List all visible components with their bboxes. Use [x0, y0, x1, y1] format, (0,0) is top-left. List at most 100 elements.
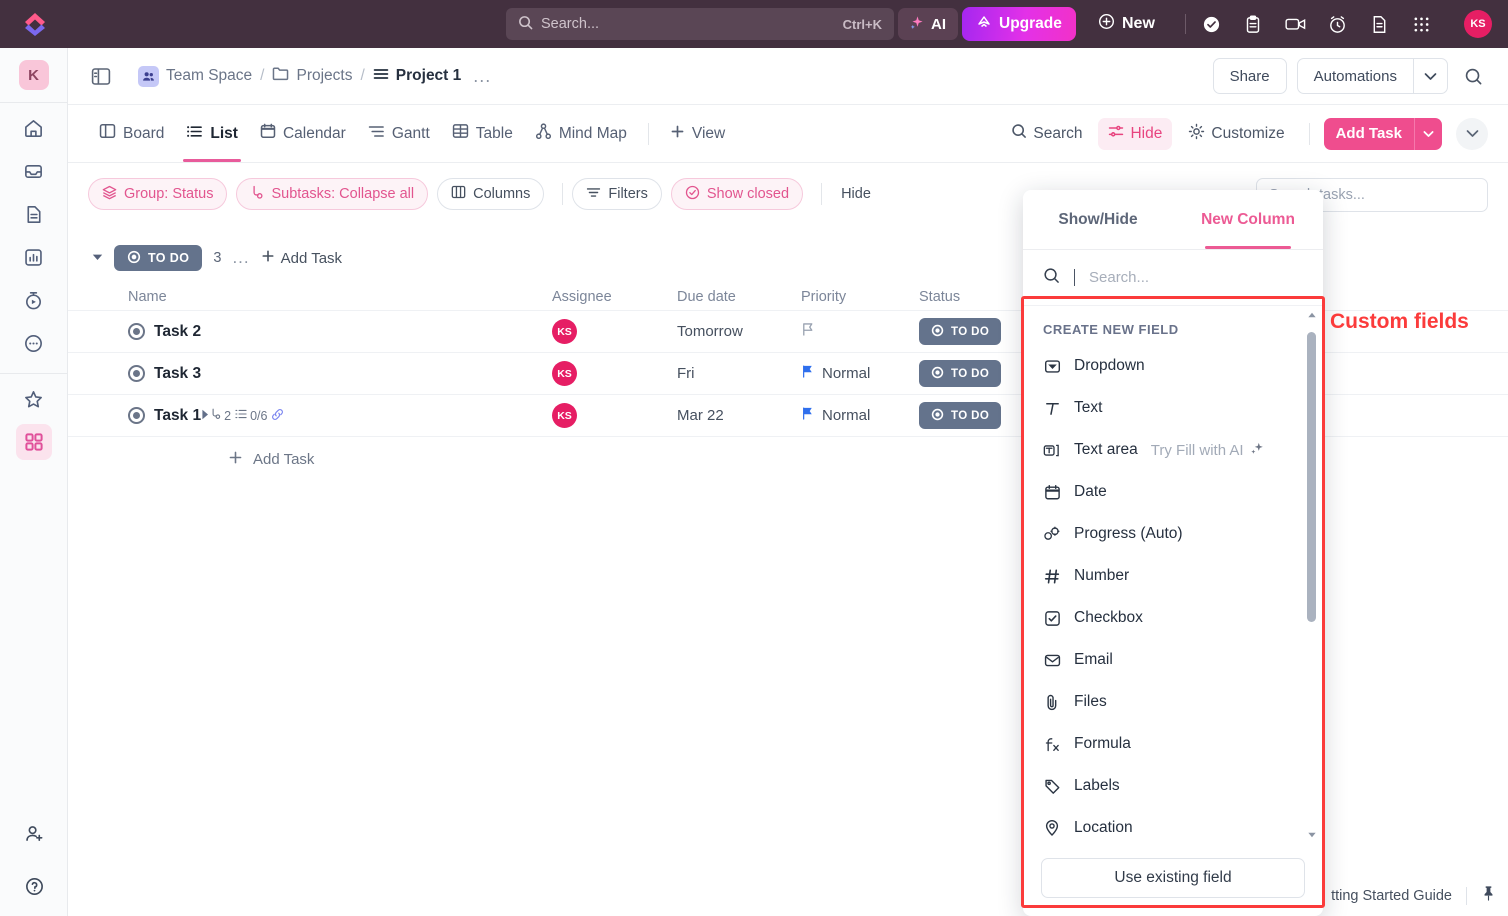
task-status-cell[interactable]: TO DO — [919, 360, 1039, 387]
check-circle-icon[interactable] — [1200, 13, 1222, 35]
tab-gantt[interactable]: Gantt — [357, 105, 441, 162]
group-collapse-caret-icon[interactable] — [92, 252, 103, 264]
pin-icon[interactable] — [1481, 885, 1496, 907]
sidebar-item-home[interactable] — [16, 110, 52, 146]
scroll-up-arrow-icon[interactable] — [1308, 312, 1316, 318]
video-camera-icon[interactable] — [1284, 13, 1306, 35]
task-expand-caret-icon[interactable] — [201, 409, 209, 423]
new-button[interactable]: New — [1098, 10, 1155, 38]
sidebar-item-docs[interactable] — [16, 196, 52, 232]
field-option-number[interactable]: Number — [1023, 555, 1323, 597]
sidebar-item-dashboard[interactable] — [16, 239, 52, 275]
sidebar-item-more[interactable] — [16, 325, 52, 361]
task-checklist-count[interactable]: 0/6 — [235, 408, 267, 423]
upgrade-button[interactable]: Upgrade — [962, 7, 1076, 41]
field-option-text-area[interactable]: Text area Try Fill with AI — [1023, 429, 1323, 471]
chip-show-closed[interactable]: Show closed — [670, 178, 804, 210]
getting-started-guide-label[interactable]: tting Started Guide — [1331, 888, 1452, 904]
status-badge[interactable]: TO DO — [919, 318, 1002, 345]
use-existing-field-button[interactable]: Use existing field — [1041, 858, 1305, 898]
status-badge[interactable]: TO DO — [919, 402, 1002, 429]
view-hide-button[interactable]: Hide — [1098, 117, 1173, 150]
task-status-cell[interactable]: TO DO — [919, 402, 1039, 429]
user-avatar[interactable]: KS — [1464, 10, 1492, 38]
field-option-dropdown[interactable]: Dropdown — [1023, 345, 1323, 387]
clipboard-icon[interactable] — [1242, 13, 1264, 35]
invite-user-icon[interactable] — [16, 815, 52, 851]
help-icon[interactable] — [16, 868, 52, 904]
alarm-clock-icon[interactable] — [1326, 13, 1348, 35]
task-assignee-cell[interactable]: KS — [552, 319, 677, 344]
popup-scrollbar[interactable] — [1307, 312, 1317, 838]
chip-group-status[interactable]: Group: Status — [88, 178, 228, 210]
tab-list[interactable]: List — [175, 105, 249, 162]
field-option-location[interactable]: Location — [1023, 807, 1323, 844]
breadcrumb-item-project-1[interactable]: Project 1 — [373, 67, 461, 86]
task-due-date-cell[interactable]: Tomorrow — [677, 323, 801, 340]
global-search-input[interactable]: Search... Ctrl+K — [506, 8, 894, 40]
popup-search-input[interactable]: Search... — [1023, 250, 1323, 306]
task-status-circle-icon[interactable] — [128, 407, 145, 424]
sidebar-item-favorites[interactable] — [16, 381, 52, 417]
tab-calendar[interactable]: Calendar — [249, 105, 357, 162]
task-priority-cell[interactable] — [801, 322, 919, 341]
view-customize-button[interactable]: Customize — [1178, 118, 1294, 150]
task-priority-cell[interactable]: Normal — [801, 406, 919, 425]
document-icon[interactable] — [1368, 13, 1390, 35]
scroll-down-arrow-icon[interactable] — [1308, 832, 1316, 838]
tab-table[interactable]: Table — [441, 105, 524, 162]
chip-subtasks[interactable]: Subtasks: Collapse all — [236, 178, 429, 210]
task-priority-cell[interactable]: Normal — [801, 364, 919, 383]
task-status-circle-icon[interactable] — [128, 323, 145, 340]
tab-show-hide[interactable]: Show/Hide — [1023, 190, 1173, 249]
task-assignee-cell[interactable]: KS — [552, 403, 677, 428]
automations-button[interactable]: Automations — [1296, 58, 1413, 94]
fill-with-ai-hint[interactable]: Try Fill with AI — [1151, 441, 1264, 459]
filter-hide-button[interactable]: Hide — [831, 186, 881, 202]
add-task-chevron-down-icon[interactable] — [1414, 117, 1442, 150]
automations-chevron-down-icon[interactable] — [1413, 58, 1448, 94]
view-overflow-chevron-icon[interactable] — [1456, 117, 1488, 150]
scrollbar-thumb[interactable] — [1307, 332, 1316, 622]
task-assignee-cell[interactable]: KS — [552, 361, 677, 386]
add-task-button[interactable]: Add Task — [1324, 118, 1414, 150]
field-option-checkbox[interactable]: Checkbox — [1023, 597, 1323, 639]
field-option-files[interactable]: Files — [1023, 681, 1323, 723]
task-status-cell[interactable]: TO DO — [919, 318, 1039, 345]
view-search-button[interactable]: Search — [1001, 118, 1092, 150]
task-name-cell[interactable]: Task 1 2 0/6 — [128, 407, 552, 425]
column-header-priority[interactable]: Priority — [801, 289, 919, 305]
clickup-logo[interactable] — [0, 11, 68, 37]
share-button[interactable]: Share — [1212, 58, 1287, 94]
workspace-avatar[interactable]: K — [18, 60, 49, 90]
task-subtask-count[interactable]: 2 — [210, 408, 231, 423]
tab-new-column[interactable]: New Column — [1173, 190, 1323, 249]
task-link-indicator[interactable] — [271, 408, 284, 424]
field-option-labels[interactable]: Labels — [1023, 765, 1323, 807]
field-option-progress-auto[interactable]: Progress (Auto) — [1023, 513, 1323, 555]
ai-button[interactable]: AI — [898, 8, 958, 40]
task-due-date-cell[interactable]: Fri — [677, 365, 801, 382]
page-search-icon[interactable] — [1458, 61, 1488, 91]
field-option-formula[interactable]: Formula — [1023, 723, 1323, 765]
chip-columns[interactable]: Columns — [437, 178, 545, 210]
tab-board[interactable]: Board — [88, 105, 175, 162]
panel-toggle-icon[interactable] — [88, 63, 114, 89]
group-status-badge[interactable]: TO DO — [114, 245, 203, 271]
breadcrumb-more-button[interactable]: ... — [473, 66, 491, 87]
sidebar-item-apps[interactable] — [15, 424, 52, 460]
column-header-name[interactable]: Name — [128, 289, 552, 305]
task-name-cell[interactable]: Task 3 — [128, 365, 552, 383]
chip-filters[interactable]: Filters — [572, 178, 662, 210]
column-header-assignee[interactable]: Assignee — [552, 289, 677, 305]
apps-grid-icon[interactable] — [1410, 13, 1432, 35]
task-due-date-cell[interactable]: Mar 22 — [677, 407, 801, 424]
group-add-task-button[interactable]: Add Task — [261, 249, 342, 267]
group-more-button[interactable]: ... — [232, 248, 249, 268]
sidebar-item-clips[interactable] — [16, 282, 52, 318]
field-option-email[interactable]: Email — [1023, 639, 1323, 681]
column-header-due-date[interactable]: Due date — [677, 289, 801, 305]
sidebar-item-inbox[interactable] — [16, 153, 52, 189]
add-view-button[interactable]: View — [659, 105, 736, 162]
task-name-cell[interactable]: Task 2 — [128, 323, 552, 341]
